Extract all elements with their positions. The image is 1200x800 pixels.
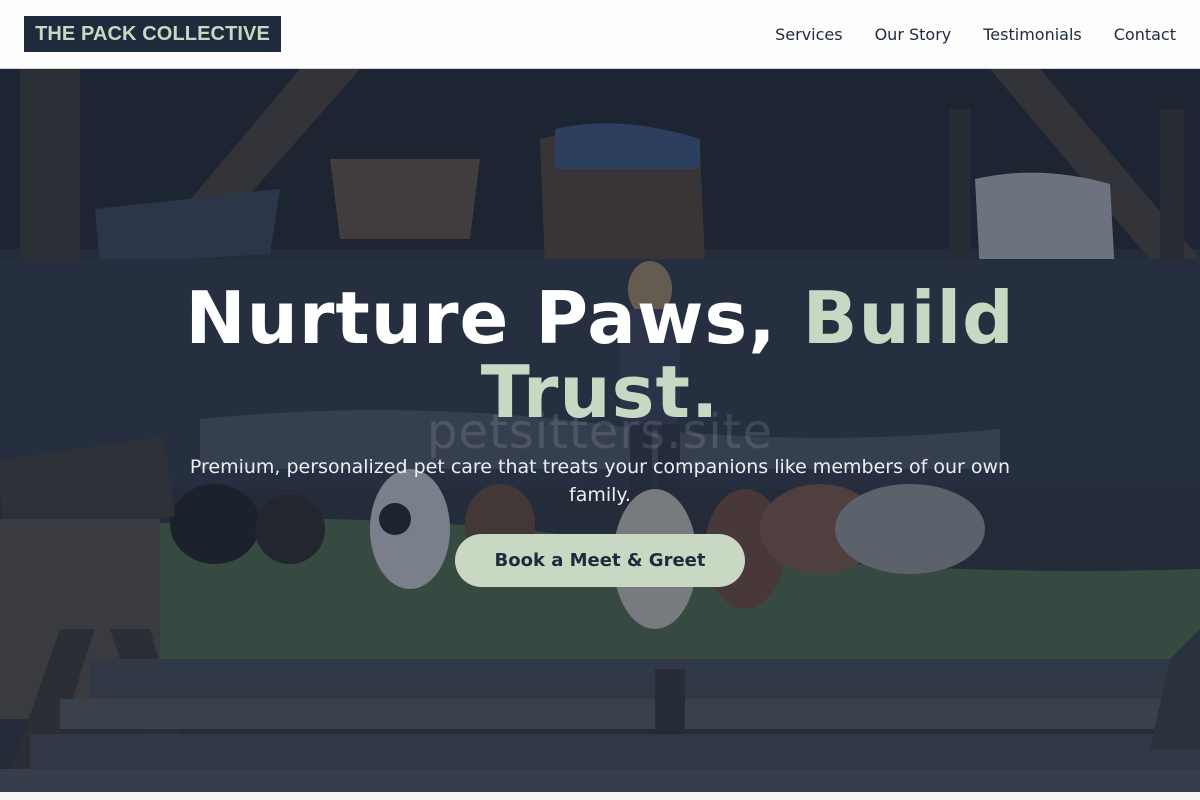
nav-link-our-story[interactable]: Our Story [875,25,952,44]
brand-logo[interactable]: THE PACK COLLECTIVE [24,16,281,52]
hero-title-main: Nurture Paws, [185,276,803,360]
nav-link-testimonials[interactable]: Testimonials [983,25,1082,44]
book-meet-greet-button[interactable]: Book a Meet & Greet [455,534,745,587]
next-section-edge [0,792,1200,800]
main-nav: Services Our Story Testimonials Contact [775,0,1176,68]
nav-link-contact[interactable]: Contact [1114,25,1176,44]
hero-subtitle: Premium, personalized pet care that trea… [189,456,1011,506]
hero-title: Nurture Paws, Build Trust. [150,281,1050,429]
hero-section: petsitters.site Nurture Paws, Build Trus… [0,69,1200,800]
site-header: THE PACK COLLECTIVE Services Our Story T… [0,0,1200,69]
nav-link-services[interactable]: Services [775,25,842,44]
